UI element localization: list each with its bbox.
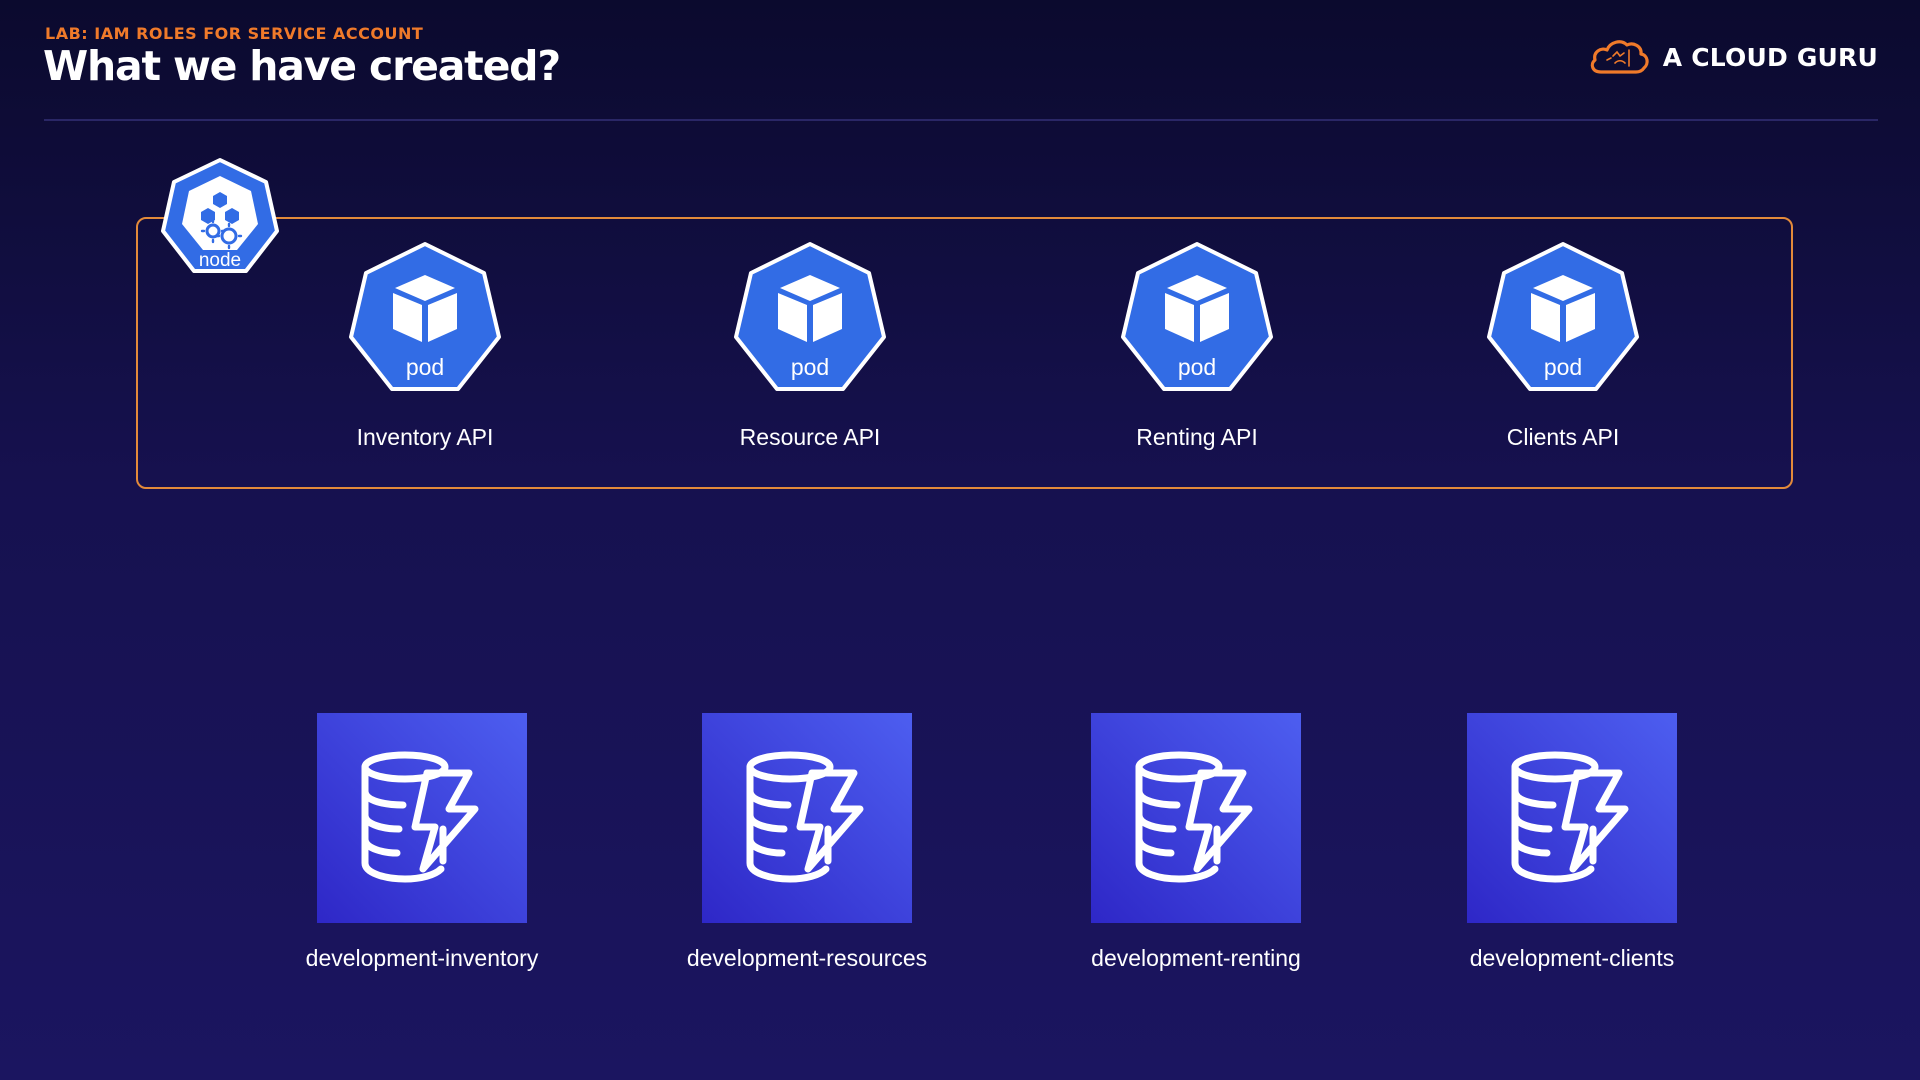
dynamodb-table-icon	[746, 751, 864, 883]
pod-renting-api: pod Renting API	[1067, 240, 1327, 451]
page-title: What we have created?	[43, 42, 561, 90]
pod-icon-label: pod	[1544, 354, 1582, 380]
pod-clients-api: pod Clients API	[1433, 240, 1693, 451]
pod-icon: pod	[1487, 242, 1639, 391]
table-name: development-inventory	[305, 945, 539, 971]
dynamodb-table-development-inventory: development-inventory	[262, 713, 582, 972]
brand-name: A CLOUD GURU	[1662, 42, 1878, 72]
kubernetes-node-icon: node	[161, 158, 279, 273]
dynamodb-tile	[702, 713, 912, 923]
header-divider	[44, 119, 1878, 121]
pod-resource-api: pod Resource API	[680, 240, 940, 451]
pod-name: Renting API	[1136, 424, 1258, 450]
pod-inventory-api: pod Inventory API	[295, 240, 555, 451]
dynamodb-table-icon	[361, 751, 479, 883]
node-label: node	[199, 250, 241, 271]
pod-name: Clients API	[1506, 424, 1620, 450]
table-name: development-clients	[1469, 945, 1675, 971]
pod-icon: pod	[734, 242, 886, 391]
table-name: development-resources	[686, 945, 928, 971]
pod-icon: pod	[1121, 242, 1273, 391]
pod-name: Resource API	[739, 424, 881, 450]
brand-logo: A CLOUD GURU	[1587, 36, 1878, 78]
dynamodb-table-icon	[1511, 751, 1629, 883]
pod-name: Inventory API	[356, 424, 494, 450]
dynamodb-table-icon	[1135, 751, 1253, 883]
header-eyebrow: LAB: IAM ROLES FOR SERVICE ACCOUNT	[45, 24, 424, 43]
cloud-guru-icon	[1590, 40, 1649, 74]
dynamodb-tile	[1467, 713, 1677, 923]
dynamodb-table-development-resources: development-resources	[647, 713, 967, 972]
table-name: development-renting	[1091, 945, 1301, 971]
pod-icon-label: pod	[406, 354, 444, 380]
pod-icon-label: pod	[1178, 354, 1216, 380]
pod-icon-label: pod	[791, 354, 829, 380]
dynamodb-tile	[317, 713, 527, 923]
dynamodb-tile	[1091, 713, 1301, 923]
dynamodb-table-development-clients: development-clients	[1412, 713, 1732, 972]
pod-icon: pod	[349, 242, 501, 391]
dynamodb-table-development-renting: development-renting	[1036, 713, 1356, 972]
